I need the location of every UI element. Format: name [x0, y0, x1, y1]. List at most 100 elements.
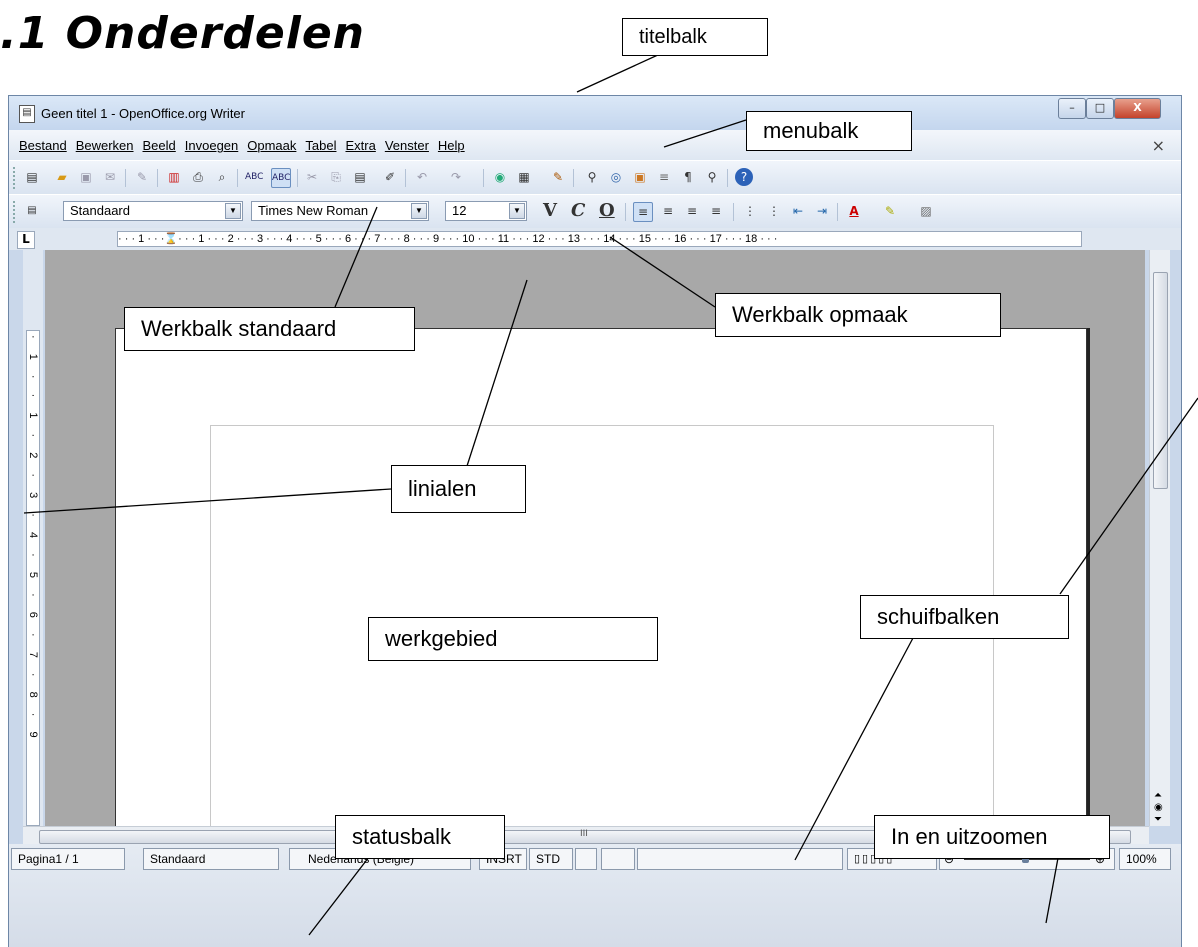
- maximize-button[interactable]: □: [1086, 98, 1114, 119]
- vertical-scroll-thumb[interactable]: [1153, 272, 1168, 489]
- prev-page-icon[interactable]: ⏶: [1154, 790, 1162, 801]
- formatting-toolbar: ▤ Standaard ▼ Times New Roman ▼ 12 ▼ V C…: [9, 194, 1181, 229]
- export-pdf-icon[interactable]: ▥: [165, 168, 183, 186]
- callout-statusbalk: statusbalk: [335, 815, 505, 859]
- save-icon[interactable]: ▣: [77, 168, 95, 186]
- chevron-down-icon[interactable]: ▼: [411, 203, 427, 219]
- formatting-marks-icon[interactable]: ¶: [679, 168, 697, 186]
- font-size-value: 12: [452, 203, 467, 218]
- callout-werkgebied: werkgebied: [368, 617, 658, 661]
- page-heading: .1 Onderdelen: [0, 8, 365, 59]
- standard-toolbar: ▤ ▰ ▣ ✉ ✎ ▥ ⎙ ⌕ ABC ABC ✂ ⎘ ▤ ✐ ↶ ↷ ◉ ▦ …: [9, 160, 1181, 195]
- page-indicator[interactable]: Pagina1 / 1: [11, 848, 125, 870]
- paste-icon[interactable]: ▤: [351, 168, 369, 186]
- italic-button[interactable]: C: [571, 200, 585, 221]
- document-page[interactable]: [115, 328, 1087, 887]
- bold-button[interactable]: V: [543, 200, 557, 221]
- zoom-level[interactable]: 100%: [1119, 848, 1171, 870]
- title-bar: ▤ Geen titel 1 - OpenOffice.org Writer –…: [9, 96, 1181, 130]
- table-icon[interactable]: ▦: [515, 168, 533, 186]
- align-center-icon[interactable]: ≡: [659, 202, 677, 220]
- vertical-ruler[interactable]: · 1 · · 1 · 2 · 3 · 4 · 5 · 6 · 7 · 8 · …: [23, 250, 43, 826]
- paragraph-style-value: Standaard: [70, 203, 130, 218]
- menu-opmaak[interactable]: Opmaak: [247, 138, 296, 153]
- datasources-icon[interactable]: ≡: [655, 168, 673, 186]
- autospellcheck-icon[interactable]: ABC: [271, 168, 291, 188]
- undo-icon[interactable]: ↶: [413, 168, 431, 186]
- callout-titelbalk: titelbalk: [622, 18, 768, 56]
- chevron-down-icon[interactable]: ▼: [225, 203, 241, 219]
- new-document-icon[interactable]: ▤: [23, 168, 41, 186]
- print-preview-icon[interactable]: ⌕: [213, 168, 231, 186]
- horizontal-ruler[interactable]: · · · 1 · · ·⌛· · · 1 · · · 2 · · · 3 · …: [117, 231, 1082, 247]
- navigation-icon[interactable]: ◉: [1154, 802, 1163, 813]
- menu-tabel[interactable]: Tabel: [305, 138, 336, 153]
- underline-button[interactable]: O: [599, 200, 615, 221]
- align-left-icon[interactable]: ≡: [633, 202, 653, 222]
- tab-type-corner[interactable]: L: [17, 231, 35, 249]
- vertical-scrollbar[interactable]: ⏶ ◉ ⏷: [1149, 250, 1170, 826]
- highlight-icon[interactable]: ✎: [881, 202, 899, 220]
- zoom-icon[interactable]: ⚲: [703, 168, 721, 186]
- edit-file-icon[interactable]: ✎: [133, 168, 151, 186]
- document-close-icon[interactable]: ×: [1152, 136, 1165, 155]
- bullets-icon[interactable]: ⋮: [765, 202, 783, 220]
- decrease-indent-icon[interactable]: ⇤: [789, 202, 807, 220]
- menu-help[interactable]: Help: [438, 138, 465, 153]
- close-button[interactable]: X: [1114, 98, 1161, 119]
- object-info-indicator: [637, 848, 843, 870]
- selection-mode-indicator[interactable]: STD: [529, 848, 573, 870]
- menu-bestand[interactable]: Bestand: [19, 138, 67, 153]
- callout-werkbalk-standaard: Werkbalk standaard: [124, 307, 415, 351]
- open-folder-icon[interactable]: ▰: [53, 168, 71, 186]
- increase-indent-icon[interactable]: ⇥: [813, 202, 831, 220]
- menu-invoegen[interactable]: Invoegen: [185, 138, 239, 153]
- print-icon[interactable]: ⎙: [189, 168, 207, 186]
- callout-schuifbalken: schuifbalken: [860, 595, 1069, 639]
- callout-werkbalk-opmaak: Werkbalk opmaak: [715, 293, 1001, 337]
- next-page-icon[interactable]: ⏷: [1154, 814, 1162, 825]
- signature-indicator: [601, 848, 635, 870]
- menu-beeld[interactable]: Beeld: [143, 138, 176, 153]
- window-title: Geen titel 1 - OpenOffice.org Writer: [41, 106, 245, 121]
- paragraph-style-select[interactable]: Standaard ▼: [63, 201, 243, 221]
- menu-venster[interactable]: Venster: [385, 138, 429, 153]
- navigator-icon[interactable]: ◎: [607, 168, 625, 186]
- callout-menubalk: menubalk: [746, 111, 912, 151]
- toolbar-grip[interactable]: [13, 201, 18, 223]
- menu-bar: Bestand Bewerken Beeld Invoegen Opmaak T…: [9, 130, 1181, 160]
- copy-icon[interactable]: ⎘: [327, 168, 345, 186]
- vertical-ruler-scale: · 1 · · 1 · 2 · 3 · 4 · 5 · 6 · 7 · 8 · …: [26, 330, 40, 826]
- gallery-icon[interactable]: ▣: [631, 168, 649, 186]
- status-bar: Pagina1 / 1 Standaard Nederlands (België…: [9, 844, 1181, 947]
- callout-zoom: In en uitzoomen: [874, 815, 1110, 859]
- email-icon[interactable]: ✉: [101, 168, 119, 186]
- hyperlink-icon[interactable]: ◉: [491, 168, 509, 186]
- menu-extra[interactable]: Extra: [345, 138, 375, 153]
- spellcheck-icon[interactable]: ABC: [245, 168, 263, 186]
- font-size-select[interactable]: 12 ▼: [445, 201, 527, 221]
- font-name-value: Times New Roman: [258, 203, 369, 218]
- toolbar-grip[interactable]: [13, 167, 18, 189]
- font-name-select[interactable]: Times New Roman ▼: [251, 201, 429, 221]
- help-icon[interactable]: ?: [735, 168, 753, 186]
- cut-icon[interactable]: ✂: [303, 168, 321, 186]
- background-color-icon[interactable]: ▨: [917, 202, 935, 220]
- ruler-row: L · · · 1 · · ·⌛· · · 1 · · · 2 · · · 3 …: [9, 228, 1181, 250]
- font-color-icon[interactable]: A: [845, 202, 863, 220]
- page-style-indicator[interactable]: Standaard: [143, 848, 279, 870]
- callout-linialen: linialen: [391, 465, 526, 513]
- align-right-icon[interactable]: ≡: [683, 202, 701, 220]
- redo-icon[interactable]: ↷: [447, 168, 465, 186]
- draw-icon[interactable]: ✎: [549, 168, 567, 186]
- chevron-down-icon[interactable]: ▼: [509, 203, 525, 219]
- justify-icon[interactable]: ≡: [707, 202, 725, 220]
- menu-bewerken[interactable]: Bewerken: [76, 138, 134, 153]
- clone-format-icon[interactable]: ✐: [381, 168, 399, 186]
- vertical-ruler-text: · 1 · · 1 · 2 · 3 · 4 · 5 · 6 · 7 · 8 · …: [27, 335, 39, 744]
- numbering-icon[interactable]: ⋮: [741, 202, 759, 220]
- scroll-grip: III: [580, 829, 588, 839]
- styles-formatting-icon[interactable]: ▤: [23, 202, 41, 220]
- minimize-button[interactable]: –: [1058, 98, 1086, 119]
- find-icon[interactable]: ⚲: [583, 168, 601, 186]
